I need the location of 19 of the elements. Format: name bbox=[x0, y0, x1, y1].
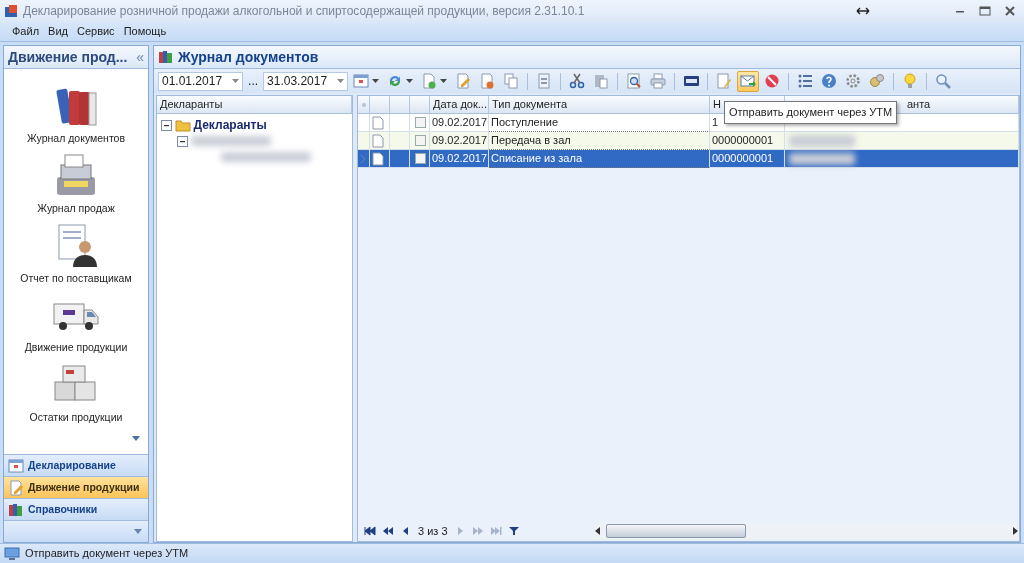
table-cell-text: 09.02.2017 bbox=[432, 115, 488, 131]
table-cell-text: 1 bbox=[712, 115, 719, 131]
column-header: Декларанты bbox=[157, 96, 352, 114]
pager-position: 3 из 3 bbox=[418, 523, 448, 539]
panel-title: Движение прод... bbox=[8, 47, 129, 67]
tooltip: Отправить документ через УТМ bbox=[724, 101, 898, 124]
table-cell-text: 09.02.2017 bbox=[432, 151, 488, 167]
table-cell-text: Передача в зал bbox=[491, 133, 571, 149]
table-cell-text: Списание из зала bbox=[491, 151, 582, 167]
window-title: Декларирование розничной продажи алкогольной и спиртосодержащей продукции, версия 2.31.10.1 bbox=[23, 3, 585, 20]
column-header: Дата док... bbox=[430, 96, 489, 114]
column-header: Тип документа bbox=[489, 96, 710, 114]
range-separator: ... bbox=[248, 73, 259, 90]
panel-title: Журнал документов bbox=[178, 47, 319, 67]
table-cell-text: Поступление bbox=[491, 115, 558, 131]
table-cell-text: 0000000001 bbox=[712, 151, 774, 167]
table-cell-text: 0000000001 bbox=[712, 133, 774, 149]
status-text: Отправить документ через УТМ bbox=[25, 546, 189, 562]
table-cell-text: 09.02.2017 bbox=[432, 133, 488, 149]
